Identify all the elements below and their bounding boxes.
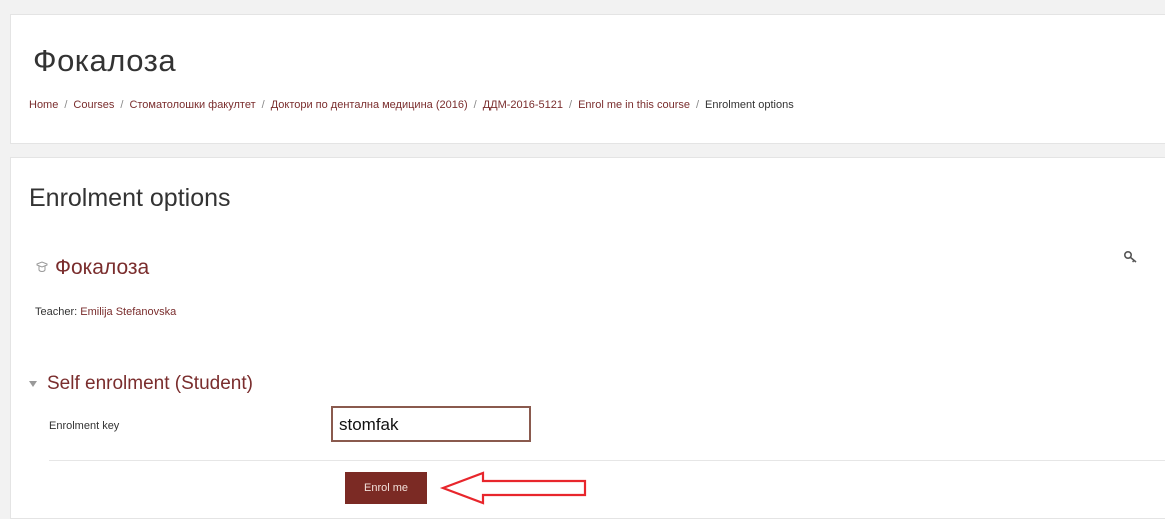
self-enrolment-toggle[interactable]: Self enrolment (Student)	[29, 373, 253, 395]
breadcrumb-separator: /	[261, 99, 265, 111]
breadcrumb-home[interactable]: Home	[29, 99, 58, 111]
course-icon	[36, 261, 48, 272]
breadcrumb-separator: /	[473, 99, 477, 111]
breadcrumb-faculty[interactable]: Стоматолошки факултет	[129, 99, 255, 111]
section-title: Enrolment options	[29, 184, 231, 212]
red-arrow-icon	[439, 471, 587, 505]
teacher-name-link[interactable]: Emilija Stefanovska	[80, 306, 176, 318]
breadcrumb-program[interactable]: Доктори по дентална медицина (2016)	[271, 99, 468, 111]
breadcrumb-separator: /	[120, 99, 124, 111]
breadcrumb-enrol[interactable]: Enrol me in this course	[578, 99, 690, 111]
breadcrumb-courses[interactable]: Courses	[73, 99, 114, 111]
breadcrumb: Home / Courses / Стоматолошки факултет / Докто…	[29, 99, 794, 111]
breadcrumb-separator: /	[64, 99, 68, 111]
course-name-link[interactable]: Фокалоза	[35, 256, 149, 280]
enrolment-options-panel: Enrolment options Фокалоза Teacher: Emil…	[10, 157, 1165, 519]
breadcrumb-separator: /	[695, 99, 700, 111]
page-header: Фокалоза Home / Courses / Стоматолошки факул…	[10, 14, 1165, 144]
breadcrumb-separator: /	[569, 99, 573, 111]
teacher-line: Teacher: Emilija Stefanovska	[35, 306, 176, 318]
breadcrumb-course-code[interactable]: ДДМ-2016-5121	[483, 99, 563, 111]
caret-down-icon	[29, 381, 37, 387]
page-title: Фокалоза	[33, 43, 177, 78]
self-enrolment-heading: Self enrolment (Student)	[47, 373, 253, 394]
course-name: Фокалоза	[55, 256, 150, 279]
enrolment-key-label: Enrolment key	[49, 420, 120, 432]
enrolment-key-input[interactable]	[331, 406, 531, 442]
teacher-label: Teacher:	[35, 306, 78, 318]
breadcrumb-current: Enrolment options	[705, 99, 794, 111]
enrol-me-button[interactable]: Enrol me	[345, 472, 427, 504]
form-divider	[49, 460, 1165, 461]
key-icon	[1123, 250, 1137, 263]
